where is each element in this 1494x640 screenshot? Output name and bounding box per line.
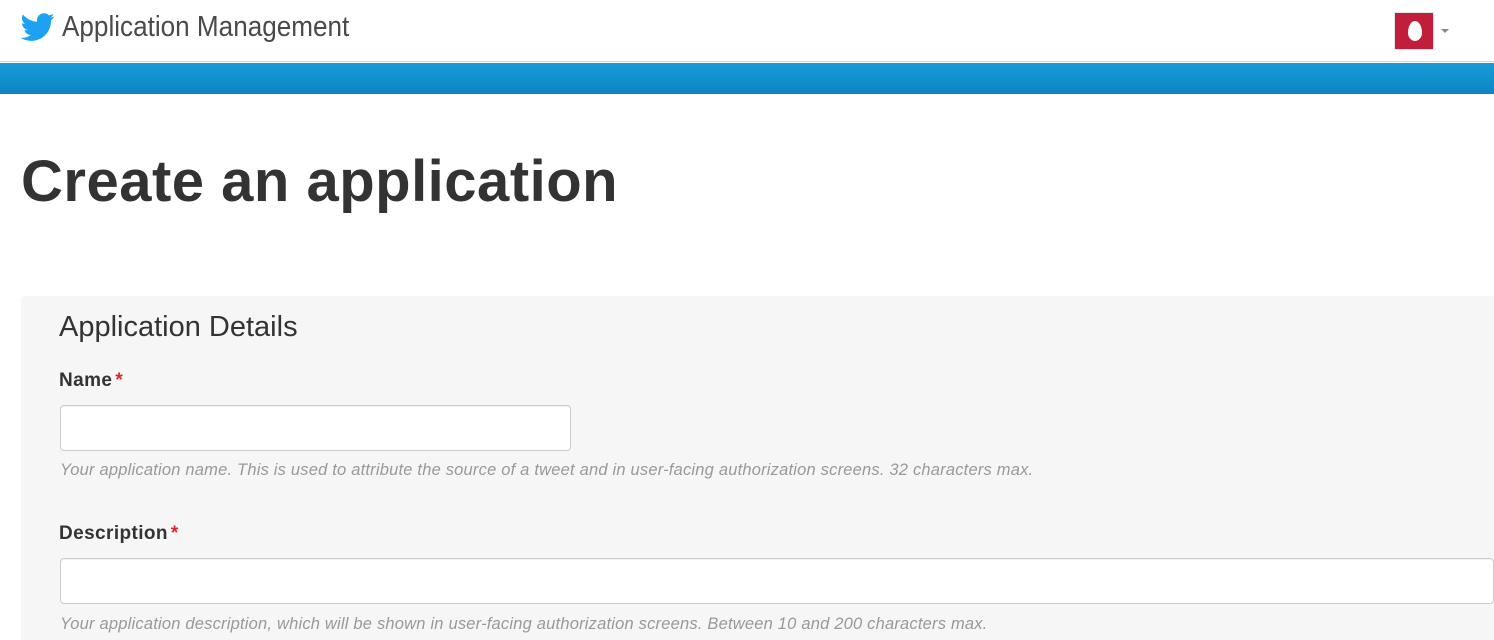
- name-input[interactable]: [60, 405, 571, 451]
- egg-shape: [1408, 21, 1422, 41]
- required-marker: *: [115, 370, 124, 391]
- name-help-text: Your application name. This is used to a…: [60, 461, 1034, 479]
- top-header: Application Management: [0, 0, 1494, 62]
- description-label: Description *: [59, 523, 179, 545]
- section-heading: Application Details: [59, 311, 298, 343]
- twitter-bird-icon: [20, 13, 55, 41]
- accent-band: [0, 63, 1494, 94]
- description-input[interactable]: [60, 558, 1494, 604]
- required-marker: *: [170, 523, 179, 544]
- app-title: Application Management: [62, 11, 350, 43]
- page-title: Create an application: [21, 149, 619, 214]
- description-label-text: Description: [59, 523, 168, 544]
- name-label: Name *: [59, 370, 123, 392]
- name-label-text: Name: [59, 370, 113, 391]
- account-menu[interactable]: [1394, 12, 1449, 50]
- default-egg-avatar-icon[interactable]: [1394, 12, 1434, 50]
- application-details-panel: Application Details Name * Your applicati…: [21, 296, 1494, 640]
- home-link[interactable]: Application Management: [20, 10, 381, 44]
- caret-down-icon[interactable]: [1441, 29, 1449, 33]
- description-help-text: Your application description, which will…: [60, 615, 988, 633]
